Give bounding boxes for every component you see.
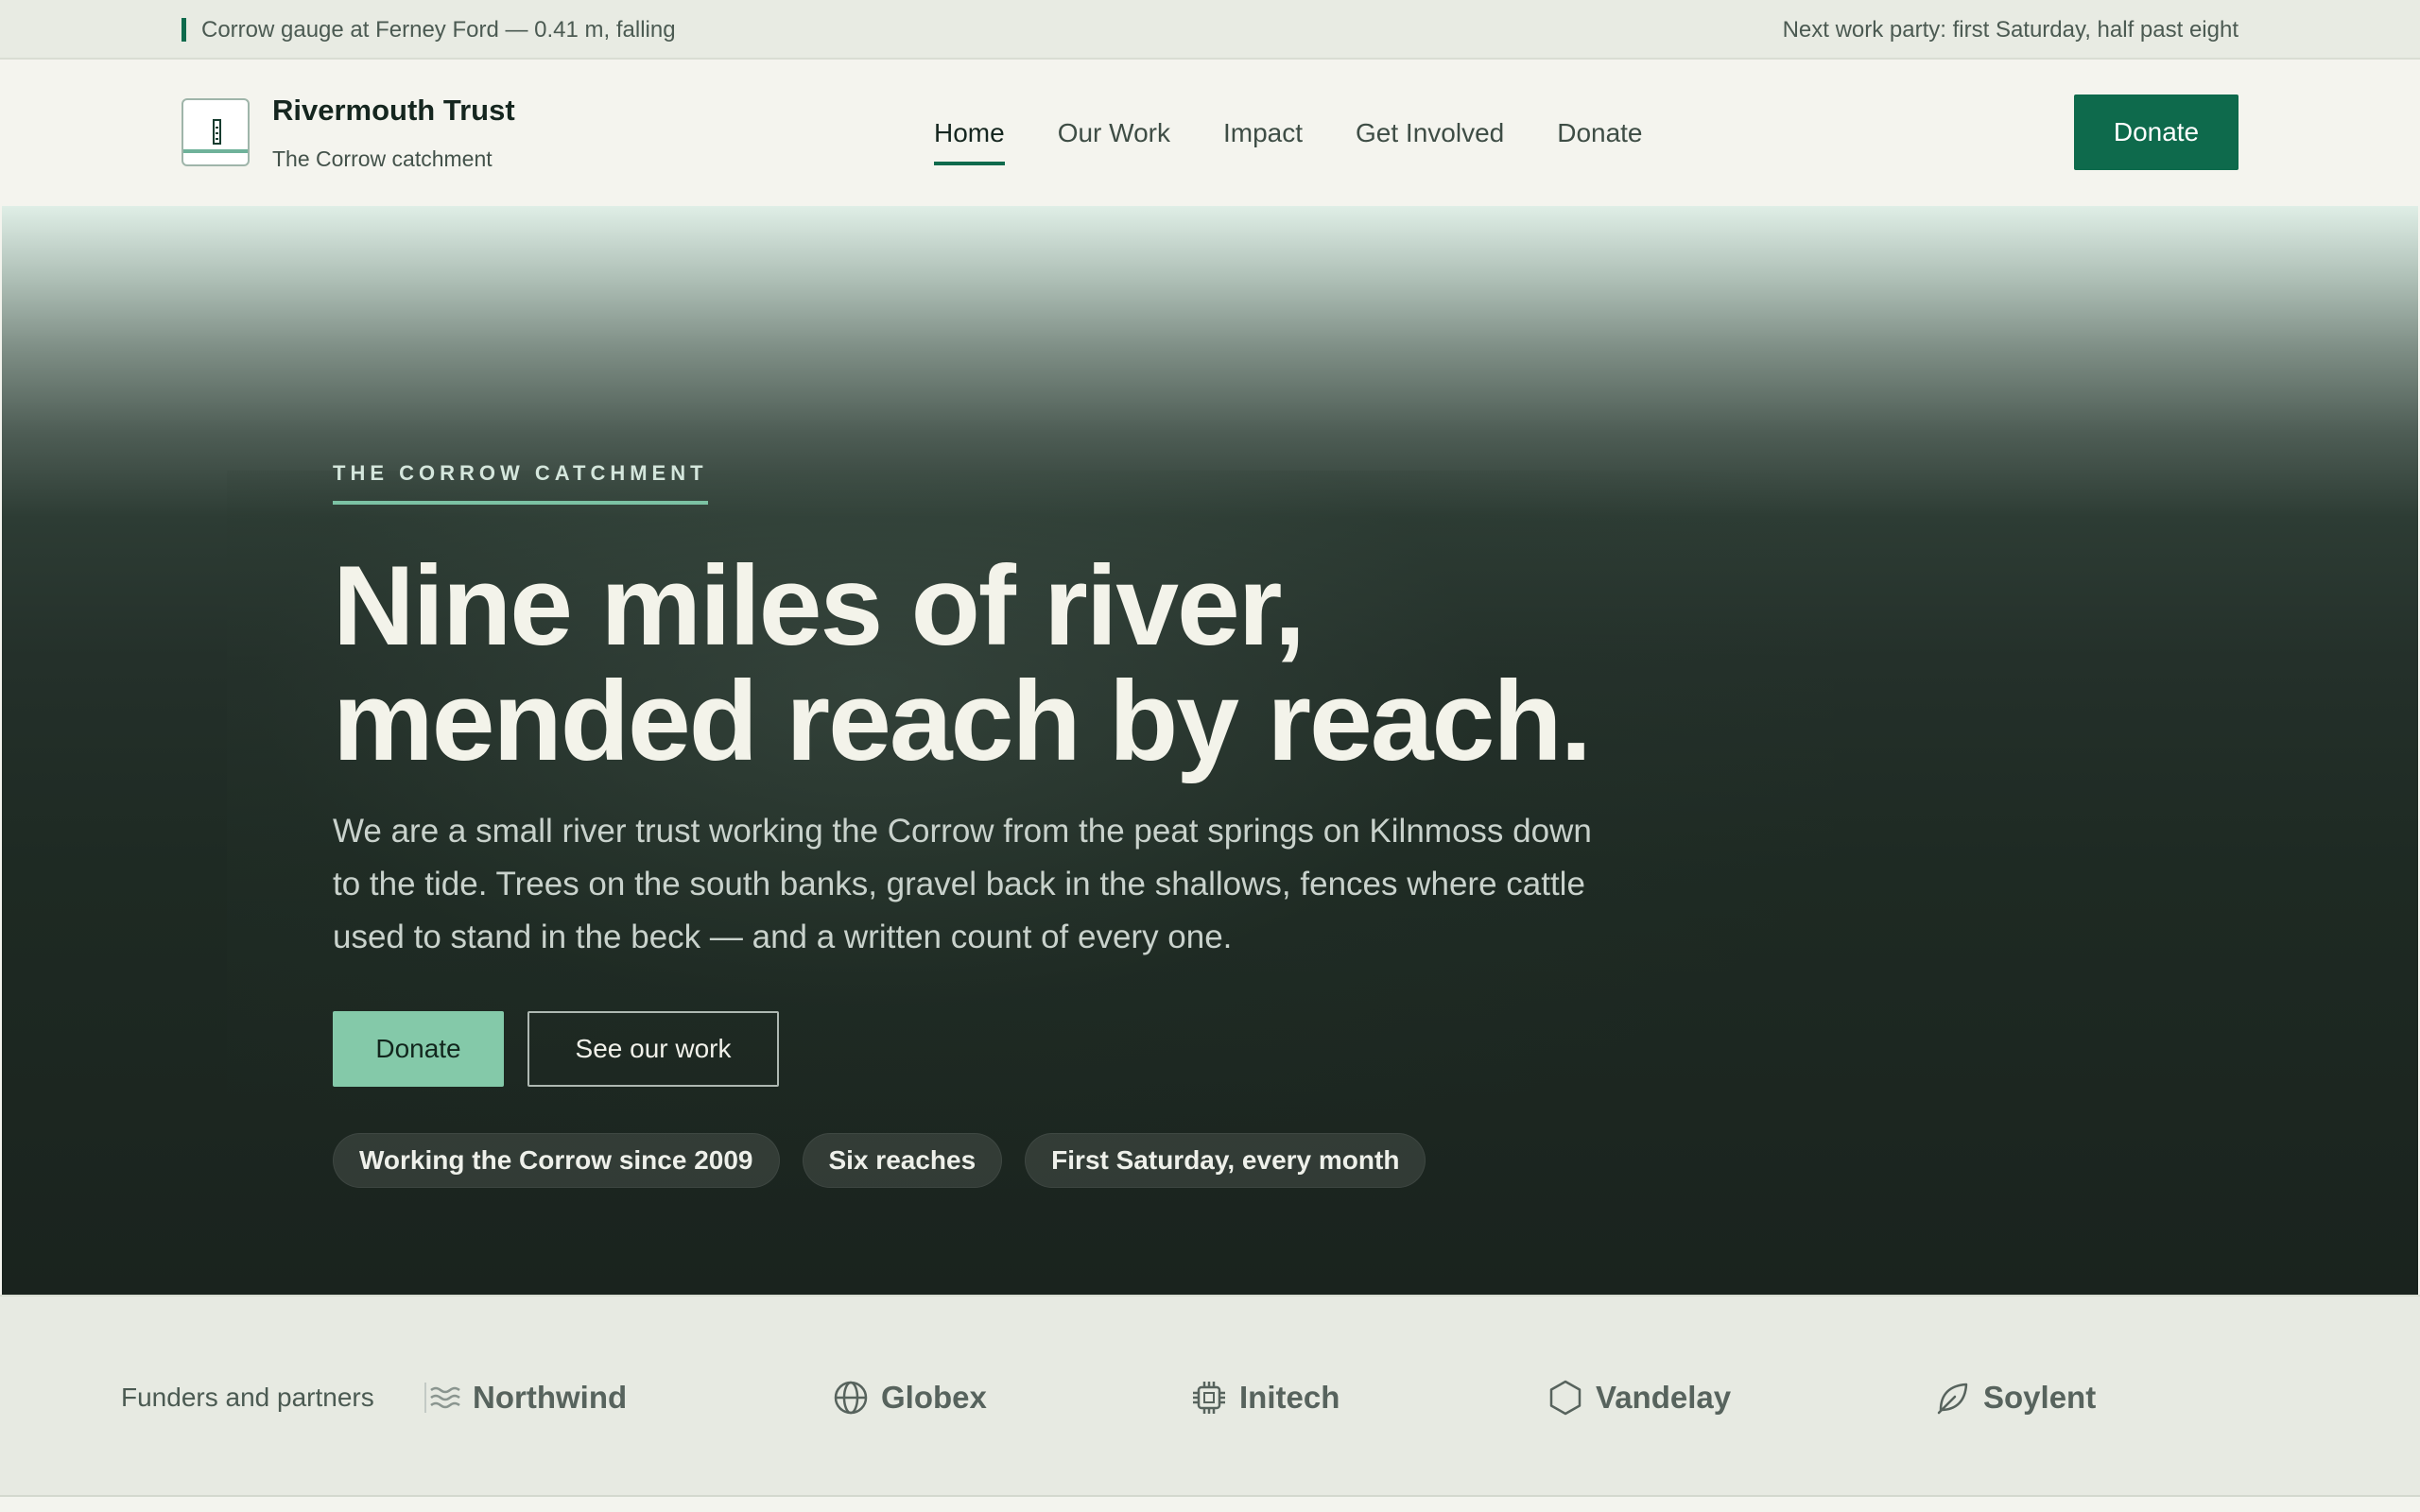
headline-line-1: Nine miles of river, — [333, 542, 1305, 669]
pill-reaches: Six reaches — [802, 1133, 1003, 1188]
partner-vandelay[interactable]: Vandelay — [1547, 1297, 1731, 1499]
partners-label: Funders and partners — [121, 1383, 374, 1412]
pill-since: Working the Corrow since 2009 — [333, 1133, 780, 1188]
partners-strip: Funders and partners Northwind Globex In… — [0, 1295, 2420, 1497]
globe-icon — [834, 1381, 868, 1415]
partner-name: Initech — [1239, 1380, 1340, 1415]
announcement-bar: Corrow gauge at Ferney Ford — 0.41 m, fa… — [0, 0, 2420, 60]
work-party-notice: Next work party: first Saturday, half pa… — [1782, 16, 2238, 43]
hero-pills: Working the Corrow since 2009 Six reache… — [333, 1133, 1426, 1188]
main-nav: Home Our Work Impact Get Involved Donate — [934, 60, 1643, 206]
gauge-text: Corrow gauge at Ferney Ford — 0.41 m, fa… — [201, 16, 676, 43]
water-line — [183, 149, 248, 153]
river-gauge-status: Corrow gauge at Ferney Ford — 0.41 m, fa… — [182, 0, 676, 60]
partner-name: Vandelay — [1596, 1380, 1732, 1415]
hexagon-icon — [1549, 1380, 1582, 1416]
wind-waves-icon — [424, 1383, 460, 1413]
hero-eyebrow: THE CORROW CATCHMENT — [333, 461, 708, 505]
hero-donate-button[interactable]: Donate — [333, 1011, 504, 1087]
pill-schedule: First Saturday, every month — [1025, 1133, 1426, 1188]
brand-subtitle: The Corrow catchment — [272, 146, 493, 171]
partner-initech[interactable]: Initech — [1190, 1297, 1340, 1499]
see-our-work-button[interactable]: See our work — [527, 1011, 779, 1087]
river-gauge-icon[interactable] — [182, 98, 250, 166]
partner-name: Soylent — [1983, 1380, 2097, 1415]
hero-edge-left — [0, 206, 2, 1295]
partner-globex[interactable]: Globex — [832, 1297, 987, 1499]
nav-our-work[interactable]: Our Work — [1058, 118, 1170, 148]
partner-northwind[interactable]: Northwind — [424, 1297, 627, 1499]
gauge-indicator-icon — [182, 18, 186, 42]
hero-lede: We are a small river trust working the C… — [333, 813, 1592, 955]
partner-name: Globex — [881, 1380, 987, 1415]
hero-headline: Nine miles of river, mended reach by rea… — [333, 548, 1751, 779]
leaf-icon — [1937, 1383, 1968, 1415]
brand-name[interactable]: Rivermouth Trust — [272, 94, 515, 128]
site-header: Rivermouth Trust The Corrow catchment Ho… — [0, 60, 2420, 206]
headline-line-2: mended reach by reach. — [333, 658, 1592, 784]
partner-soylent[interactable]: Soylent — [1934, 1297, 2096, 1499]
nav-impact[interactable]: Impact — [1223, 118, 1303, 148]
gauge-post — [213, 119, 221, 145]
nav-home[interactable]: Home — [934, 118, 1005, 165]
header-donate-button[interactable]: Donate — [2074, 94, 2238, 170]
hero-section: THE CORROW CATCHMENT Nine miles of river… — [0, 206, 2420, 1295]
nav-donate[interactable]: Donate — [1557, 118, 1642, 148]
nav-get-involved[interactable]: Get Involved — [1356, 118, 1504, 148]
chip-icon — [1193, 1382, 1225, 1414]
partner-name: Northwind — [473, 1380, 628, 1415]
